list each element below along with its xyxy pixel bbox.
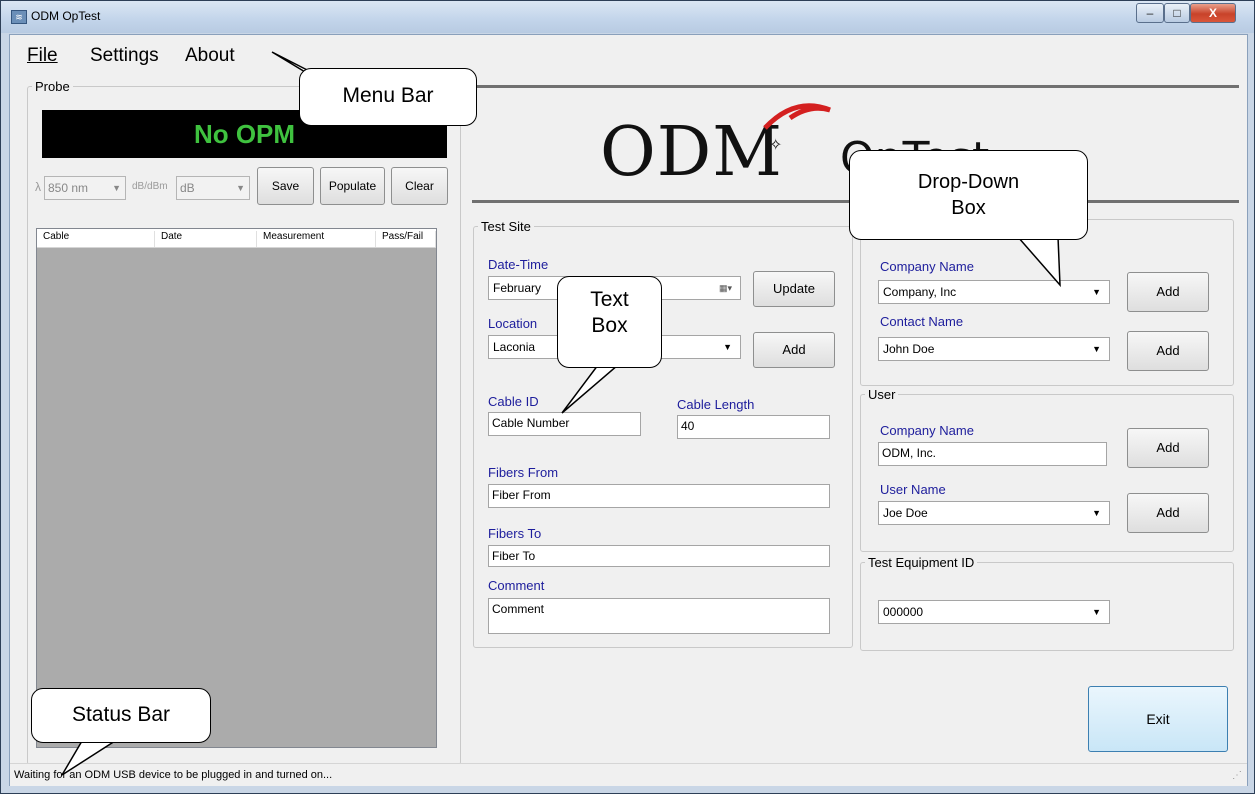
text-box-callout-line2: Box [591, 314, 628, 337]
text-box-callout: Text Box [557, 276, 662, 368]
status-bar-callout: Status Bar [31, 688, 211, 743]
callout-tails [61, 51, 1061, 776]
menu-bar-callout: Menu Bar [299, 68, 477, 126]
drop-down-callout: Drop-Down Box [849, 150, 1088, 240]
drop-down-callout-line2: Box [951, 197, 986, 219]
drop-down-callout-line1: Drop-Down [917, 171, 1020, 193]
text-box-callout-line1: Text [590, 288, 629, 311]
